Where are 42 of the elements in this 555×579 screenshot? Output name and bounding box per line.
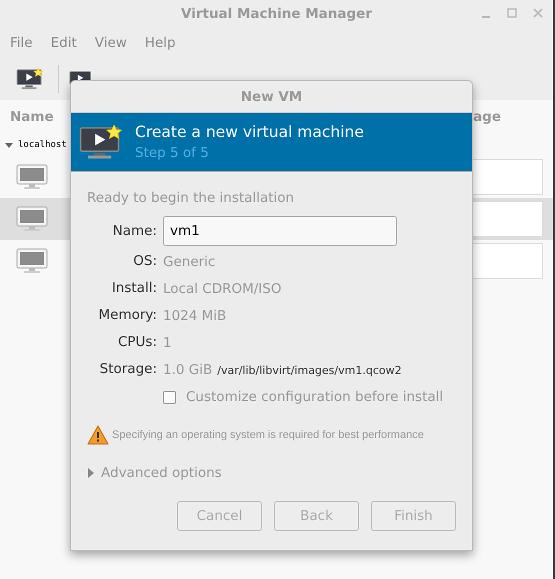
name-field[interactable]: vm1 xyxy=(163,216,397,246)
field-value: 1024 MiB xyxy=(163,308,226,324)
close-icon[interactable] xyxy=(531,6,545,20)
field-label: Name: xyxy=(112,222,157,240)
expanded-arrow-icon[interactable] xyxy=(4,140,14,150)
monitor-icon xyxy=(16,248,48,274)
new-vm-icon xyxy=(16,68,44,90)
section-heading: Ready to begin the installation xyxy=(87,190,296,206)
expander-arrow-icon[interactable] xyxy=(87,468,95,478)
column-header[interactable]: age xyxy=(473,109,501,125)
menu-item[interactable]: Edit xyxy=(50,35,77,51)
monitor-icon xyxy=(16,164,48,190)
menu-item[interactable]: Help xyxy=(144,35,176,51)
field-label: CPUs: xyxy=(116,333,157,352)
usage-graph xyxy=(471,243,543,279)
field-label: Memory: xyxy=(98,306,157,325)
menu-item[interactable]: File xyxy=(10,35,33,51)
maximize-icon[interactable] xyxy=(505,6,519,20)
field-value: 1 xyxy=(163,334,172,350)
checkbox-label[interactable]: Customize configuration before install xyxy=(186,389,444,405)
storage-path: /var/lib/libvirt/images/vm1.qcow2 xyxy=(217,364,402,376)
usage-graph xyxy=(471,159,543,195)
vm-row[interactable] xyxy=(0,198,70,240)
monitor-icon xyxy=(16,206,48,232)
field-value: 1.0 GiB xyxy=(163,362,212,378)
host-name[interactable]: localhost xyxy=(18,140,67,150)
column-header[interactable]: Name xyxy=(10,109,54,125)
field-value: Local CDROM/ISO xyxy=(163,280,282,296)
window-title: Virtual Machine Manager xyxy=(181,6,372,22)
field-label: Storage: xyxy=(98,360,157,379)
advanced-options-expander[interactable]: Advanced options xyxy=(87,465,222,481)
warning-icon xyxy=(87,425,109,445)
wizard-title: Create a new virtual machine xyxy=(135,123,364,141)
new-vm-icon xyxy=(79,124,123,160)
warning-text: Specifying an operating system is required for best performance xyxy=(112,429,424,441)
menu-item[interactable]: View xyxy=(94,35,127,51)
dialog-title: New VM xyxy=(240,88,302,104)
field-label: Install: xyxy=(110,279,157,298)
field-value: Generic xyxy=(163,254,216,270)
checkbox[interactable] xyxy=(163,390,176,404)
field-label: OS: xyxy=(132,252,157,271)
wizard-step: Step 5 of 5 xyxy=(135,145,364,161)
